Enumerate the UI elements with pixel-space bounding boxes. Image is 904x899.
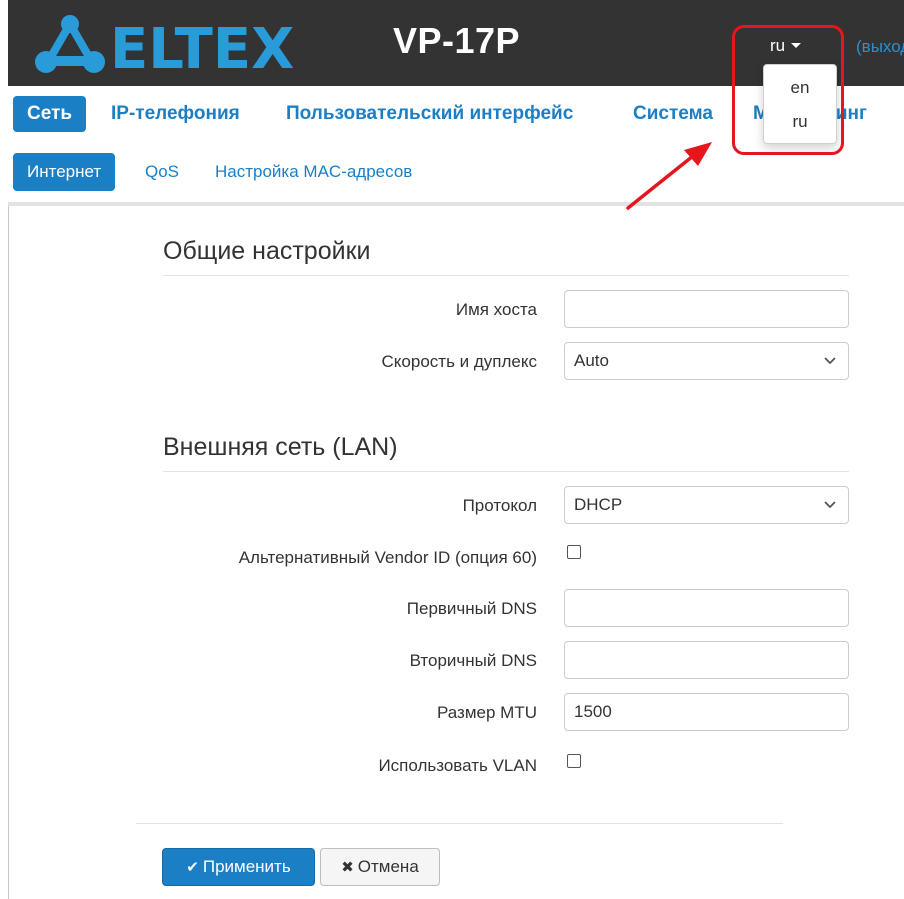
cancel-button[interactable]: ✖ Отмена: [320, 848, 440, 886]
chevron-down-icon: [824, 357, 836, 365]
speed-duplex-value: Auto: [574, 351, 609, 370]
eltex-logo: ELTEX: [35, 15, 294, 76]
sub-tab-mac-addresses[interactable]: Настройка MAC-адресов: [215, 153, 412, 191]
main-tab-user-interface[interactable]: Пользовательский интерфейс: [286, 96, 573, 132]
hostname-input[interactable]: [564, 290, 849, 328]
main-tab-network[interactable]: Сеть: [13, 96, 87, 132]
primary-dns-label: Первичный DNS: [406, 599, 537, 618]
speed-duplex-select[interactable]: Auto: [564, 342, 849, 380]
cancel-button-label: Отмена: [357, 857, 419, 876]
svg-text:ELTEX: ELTEX: [110, 17, 294, 76]
speed-duplex-label: Скорость и дуплекс: [381, 352, 537, 371]
logout-link[interactable]: (выход): [856, 37, 904, 57]
section-divider: [163, 275, 849, 276]
sub-tab-internet[interactable]: Интернет: [13, 153, 116, 191]
hostname-label: Имя хоста: [455, 300, 537, 319]
protocol-label: Протокол: [462, 496, 537, 515]
section-divider: [163, 471, 849, 472]
section-title-general: Общие настройки: [163, 237, 371, 265]
apply-button-label: Применить: [202, 857, 291, 876]
device-model: VP-17P: [393, 20, 521, 61]
apply-button[interactable]: ✔ Применить: [162, 848, 315, 886]
vendor-id-label: Альтернативный Vendor ID (опция 60): [238, 548, 537, 567]
highlight-annotation-box: [732, 25, 844, 155]
form-footer-divider: [136, 823, 783, 824]
mtu-label: Размер MTU: [437, 703, 537, 722]
mtu-input[interactable]: 1500: [564, 693, 849, 731]
protocol-value: DHCP: [574, 495, 623, 514]
close-icon: ✖: [341, 859, 354, 876]
main-tab-ip-telephony[interactable]: IP-телефония: [111, 96, 240, 132]
chevron-down-icon: [824, 501, 836, 509]
annotation-arrow-icon: [626, 142, 712, 210]
primary-dns-input[interactable]: [564, 589, 849, 627]
secondary-dns-input[interactable]: [564, 641, 849, 679]
main-tab-system[interactable]: Система: [633, 96, 713, 132]
section-title-lan: Внешняя сеть (LAN): [163, 433, 398, 461]
checkmark-icon: ✔: [186, 859, 199, 876]
use-vlan-label: Использовать VLAN: [378, 756, 537, 775]
use-vlan-checkbox[interactable]: [567, 754, 581, 768]
secondary-dns-label: Вторичный DNS: [409, 651, 537, 670]
protocol-select[interactable]: DHCP: [564, 486, 849, 524]
vendor-id-checkbox[interactable]: [567, 545, 581, 559]
sub-tab-qos[interactable]: QoS: [145, 153, 179, 191]
